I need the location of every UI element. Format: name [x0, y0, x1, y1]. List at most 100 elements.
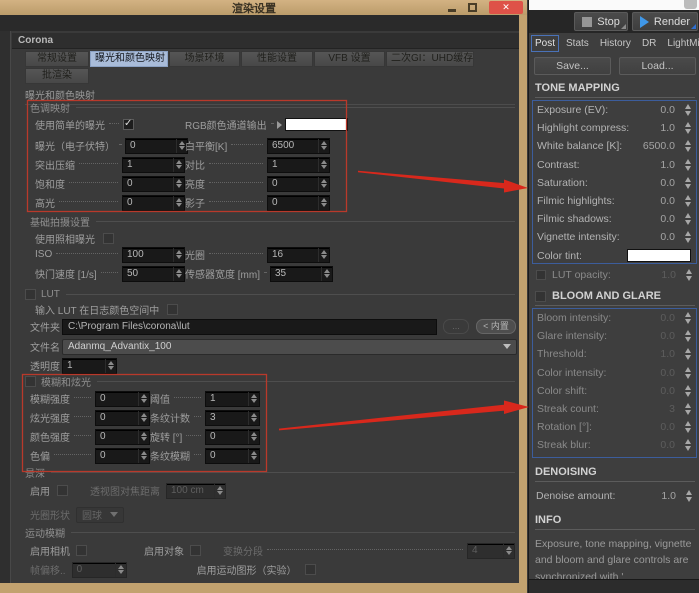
spin-up-icon[interactable]	[685, 312, 691, 317]
spin-down-icon[interactable]	[321, 146, 327, 150]
spin-up-icon[interactable]	[685, 195, 691, 200]
spin-down-icon[interactable]	[141, 456, 147, 460]
spinner-arrows[interactable]	[683, 140, 693, 152]
spin-up-icon[interactable]	[685, 367, 691, 372]
spin-up-icon[interactable]	[251, 394, 257, 398]
spinner-arrows[interactable]	[318, 248, 329, 262]
spinner-arrows[interactable]	[683, 367, 693, 379]
spin-up-icon[interactable]	[176, 198, 182, 202]
spin-up-icon[interactable]	[217, 486, 223, 490]
spinner-arrows[interactable]	[684, 490, 694, 502]
spinner-arrows[interactable]	[683, 195, 693, 207]
spin-up-icon[interactable]	[321, 179, 327, 183]
spin-down-icon[interactable]	[324, 274, 330, 278]
spin-down-icon[interactable]	[321, 203, 327, 207]
spinner-arrows[interactable]	[683, 122, 693, 134]
rgb-output-color-swatch[interactable]	[285, 118, 348, 131]
spin-down-icon[interactable]	[685, 446, 691, 451]
spin-up-icon[interactable]	[176, 269, 182, 273]
spinner-arrows[interactable]	[248, 430, 259, 444]
spin-down-icon[interactable]	[108, 366, 114, 370]
vfb-tab-lightmix[interactable]: LightMix	[663, 35, 699, 52]
minimize-icon[interactable]	[448, 4, 456, 12]
camera-exposure-checkbox[interactable]	[103, 233, 114, 244]
spin-up-icon[interactable]	[685, 403, 691, 408]
builtin-button[interactable]: < 内置	[476, 319, 516, 334]
spin-down-icon[interactable]	[685, 392, 691, 397]
spin-up-icon[interactable]	[685, 421, 691, 426]
close-button[interactable]: ✕	[489, 1, 523, 14]
stop-button[interactable]: Stop	[574, 12, 628, 31]
maximize-icon[interactable]	[468, 3, 477, 12]
spinner-arrows[interactable]	[684, 269, 694, 281]
value-field[interactable]: 0	[205, 448, 260, 464]
value-field[interactable]: 0	[267, 176, 330, 192]
browse-button[interactable]: ...	[443, 319, 469, 334]
spinner-arrows[interactable]	[683, 403, 693, 415]
spin-down-icon[interactable]	[685, 428, 691, 433]
tab-1[interactable]: 常规设置	[25, 51, 89, 67]
spinner-arrows[interactable]	[173, 196, 184, 210]
tab-3[interactable]: 场景环境	[169, 51, 240, 67]
spin-up-icon[interactable]	[251, 451, 257, 455]
spin-down-icon[interactable]	[141, 437, 147, 441]
value-field[interactable]: 0	[72, 562, 127, 578]
value-field[interactable]: 3	[205, 410, 260, 426]
spinner-arrows[interactable]	[173, 177, 184, 191]
spin-up-icon[interactable]	[321, 141, 327, 145]
tab-4[interactable]: 性能设置	[241, 51, 313, 67]
spinner-arrows[interactable]	[683, 421, 693, 433]
spinner-arrows[interactable]	[318, 196, 329, 210]
spinner-arrows[interactable]	[138, 392, 149, 406]
spinner-arrows[interactable]	[683, 231, 693, 243]
spin-up-icon[interactable]	[321, 250, 327, 254]
spin-down-icon[interactable]	[141, 399, 147, 403]
spin-up-icon[interactable]	[176, 179, 182, 183]
dof-enable-checkbox[interactable]	[57, 485, 68, 496]
spin-down-icon[interactable]	[251, 418, 257, 422]
spin-up-icon[interactable]	[321, 160, 327, 164]
spinner-arrows[interactable]	[248, 449, 259, 463]
spinner-arrows[interactable]	[683, 312, 693, 324]
value-field[interactable]: 0	[95, 391, 150, 407]
tab-6[interactable]: 二次GI：UHD缓存	[386, 51, 474, 67]
spin-up-icon[interactable]	[685, 385, 691, 390]
spin-down-icon[interactable]	[251, 456, 257, 460]
spin-down-icon[interactable]	[685, 238, 691, 243]
spin-up-icon[interactable]	[141, 413, 147, 417]
spin-down-icon[interactable]	[506, 551, 512, 555]
spin-up-icon[interactable]	[685, 439, 691, 444]
spinner-arrows[interactable]	[321, 267, 332, 281]
spin-down-icon[interactable]	[321, 184, 327, 188]
spin-down-icon[interactable]	[685, 220, 691, 225]
spinner-arrows[interactable]	[683, 330, 693, 342]
value-field[interactable]: 6500	[267, 138, 330, 154]
spin-down-icon[interactable]	[176, 165, 182, 169]
lut-folder-input[interactable]: C:\Program Files\corona\lut	[62, 319, 437, 335]
spin-up-icon[interactable]	[321, 198, 327, 202]
tab-2[interactable]: 曝光和颜色映射	[90, 51, 168, 67]
value-field[interactable]: 1	[205, 391, 260, 407]
spin-up-icon[interactable]	[108, 361, 114, 365]
spin-down-icon[interactable]	[685, 319, 691, 324]
value-field[interactable]: 0	[205, 429, 260, 445]
spinner-arrows[interactable]	[318, 177, 329, 191]
motion-graphics-checkbox[interactable]	[305, 564, 316, 575]
window-titlebar[interactable]: 渲染设置 ✕	[0, 0, 527, 15]
vfb-tab-history[interactable]: History	[596, 35, 635, 52]
value-field[interactable]: 1	[62, 358, 117, 374]
spin-up-icon[interactable]	[141, 394, 147, 398]
vfb-tab-post[interactable]: Post	[531, 35, 559, 52]
spinner-arrows[interactable]	[683, 177, 693, 189]
spinner-arrows[interactable]	[173, 158, 184, 172]
tab-5[interactable]: VFB 设置	[314, 51, 385, 67]
spin-down-icon[interactable]	[685, 374, 691, 379]
spin-down-icon[interactable]	[251, 437, 257, 441]
spinner-arrows[interactable]	[503, 544, 514, 558]
spin-up-icon[interactable]	[506, 546, 512, 550]
spinner-arrows[interactable]	[173, 248, 184, 262]
spinner-arrows[interactable]	[683, 159, 693, 171]
spin-down-icon[interactable]	[176, 255, 182, 259]
spinner-arrows[interactable]	[683, 213, 693, 225]
lut-filename-dropdown[interactable]: Adanmq_Advantix_100	[62, 339, 517, 355]
